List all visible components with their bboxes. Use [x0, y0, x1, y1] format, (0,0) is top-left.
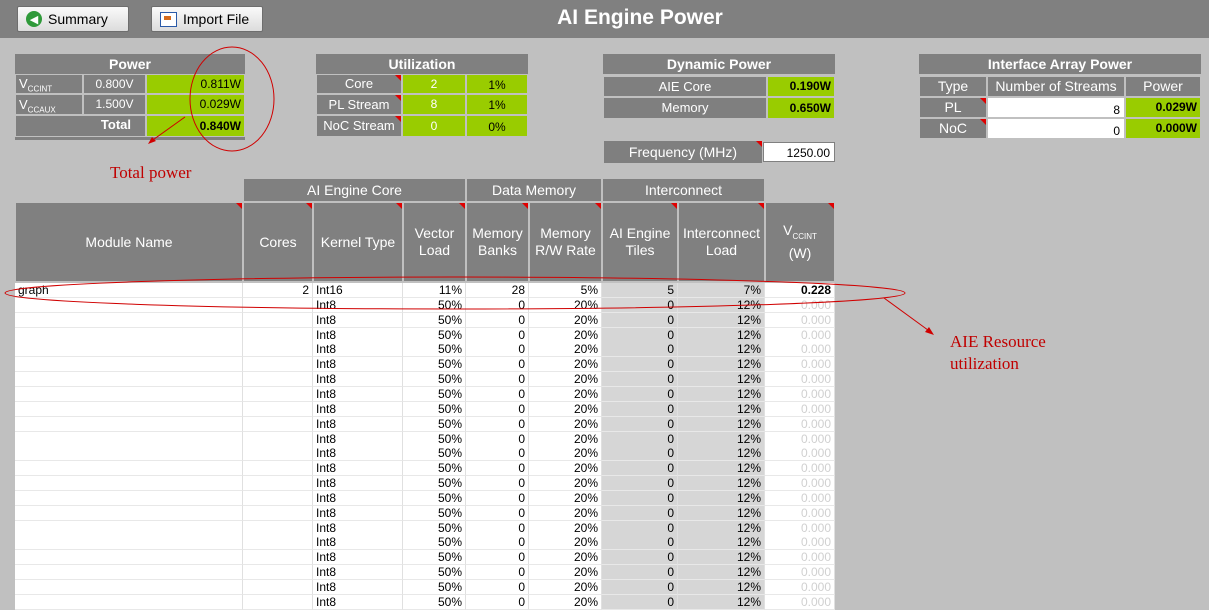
resource-utilization-ellipse [4, 276, 906, 310]
total-power-circle [189, 46, 275, 152]
resource-annotation-line1: AIE Resource [950, 332, 1046, 351]
resource-utilization-arrowhead [925, 327, 934, 335]
resource-utilization-annotation: AIE Resource utilization [950, 331, 1046, 375]
resource-annotation-line2: utilization [950, 354, 1019, 373]
total-power-arrow [149, 116, 186, 143]
total-power-annotation: Total power [110, 163, 192, 182]
annotation-overlay [4, 46, 934, 335]
resource-utilization-arrow [883, 297, 933, 334]
